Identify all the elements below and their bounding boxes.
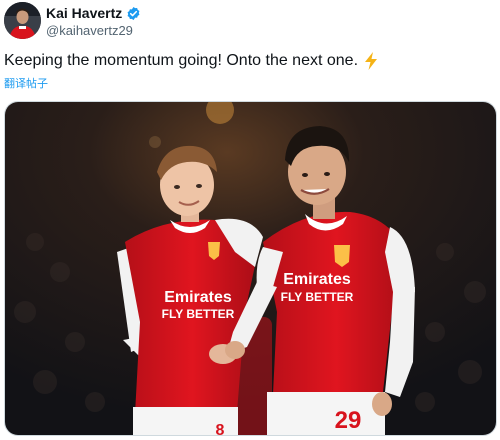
author-name-row: Kai Havertz	[46, 5, 141, 21]
lightning-bolt-icon	[364, 52, 378, 70]
tweet-header: Kai Havertz @kaihavertz29	[4, 2, 494, 40]
left-shorts-number: 8	[216, 422, 225, 436]
right-shirt-sponsor: Emirates	[283, 271, 351, 288]
right-shorts-number: 29	[335, 407, 362, 434]
verified-badge-icon	[126, 6, 141, 21]
tweet-post: Kai Havertz @kaihavertz29 Keeping the mo…	[0, 0, 500, 440]
tweet-text-body: Keeping the momentum going! Onto the nex…	[4, 52, 359, 69]
left-shirt-sponsor: Emirates	[164, 289, 232, 306]
left-shirt-tagline: FLY BETTER	[162, 307, 235, 321]
right-shirt-tagline: FLY BETTER	[281, 290, 354, 304]
avatar[interactable]	[4, 2, 41, 39]
author-handle[interactable]: @kaihavertz29	[46, 23, 133, 38]
tweet-text: Keeping the momentum going! Onto the nex…	[4, 52, 378, 70]
translate-post-link[interactable]: 翻译帖子	[4, 75, 48, 91]
author-display-name[interactable]: Kai Havertz	[46, 5, 122, 21]
media-photo[interactable]: Emirates FLY BETTER 8 Emirates FLY BETTE…	[4, 101, 497, 436]
